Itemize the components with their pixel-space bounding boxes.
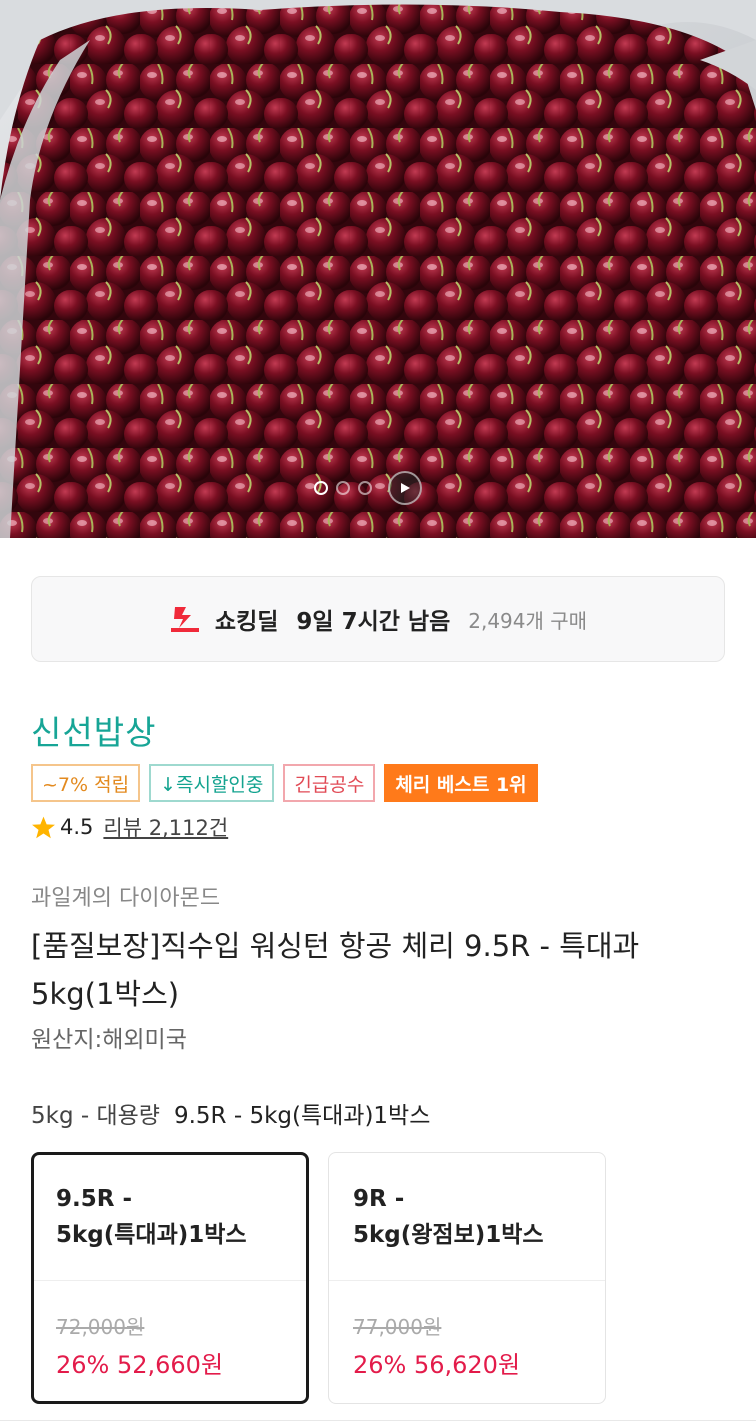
carousel-dot-3[interactable] bbox=[358, 481, 372, 495]
deal-label: 쇼킹딜 bbox=[214, 609, 279, 635]
option-card-9-5r[interactable]: 9.5R - 5kg(특대과)1박스 72,000원 26% 52,660원 bbox=[31, 1152, 309, 1404]
option-name-line2: 5kg(왕점보)1박스 bbox=[353, 1222, 544, 1248]
cherries-photo bbox=[0, 0, 756, 538]
rating-score: 4.5 bbox=[60, 815, 94, 839]
rating-row: 4.5 리뷰 2,112건 bbox=[31, 812, 228, 842]
carousel-dot-2[interactable] bbox=[336, 481, 350, 495]
badge-urgent-import: 긴급공수 bbox=[283, 764, 376, 802]
option-selected-label: 9.5R - 5kg(특대과)1박스 bbox=[173, 1103, 431, 1129]
product-slogan: 과일계의 다이아몬드 bbox=[31, 886, 221, 911]
badge-best-rank: 체리 베스트 1위 bbox=[384, 764, 538, 802]
product-title: [품질보장]직수입 워싱턴 항공 체리 9.5R - 특대과 5kg(1박스) bbox=[31, 922, 721, 1018]
badge-points: ~7% 적립 bbox=[31, 764, 141, 802]
badge-list: ~7% 적립 ↓즉시할인중 긴급공수 체리 베스트 1위 bbox=[31, 764, 538, 802]
badge-instant-discount: ↓즉시할인중 bbox=[149, 764, 275, 802]
carousel-indicator bbox=[314, 470, 422, 506]
option-group-label: 5kg - 대용량 bbox=[31, 1103, 160, 1129]
product-title-line2: 5kg(1박스) bbox=[31, 977, 180, 1011]
option-original-price: 72,000원 bbox=[56, 1315, 145, 1339]
option-divider bbox=[34, 1280, 306, 1281]
deal-purchase-count: 2,494개 구매 bbox=[468, 608, 588, 633]
play-icon bbox=[401, 483, 410, 493]
product-image-carousel[interactable] bbox=[0, 0, 756, 538]
option-original-price: 77,000원 bbox=[353, 1315, 442, 1339]
product-title-line1: [품질보장]직수입 워싱턴 항공 체리 9.5R - 특대과 bbox=[31, 929, 640, 963]
deal-time-remaining: 9일 7시간 남음 bbox=[296, 609, 451, 635]
carousel-dot-1[interactable] bbox=[314, 481, 328, 495]
option-name: 9R - 5kg(왕점보)1박스 bbox=[353, 1181, 593, 1253]
review-count-link[interactable]: 리뷰 2,112건 bbox=[103, 812, 228, 842]
option-sale-price: 26% 52,660원 bbox=[56, 1351, 224, 1379]
option-card-9r[interactable]: 9R - 5kg(왕점보)1박스 77,000원 26% 56,620원 bbox=[328, 1152, 606, 1404]
product-origin: 원산지:해외미국 bbox=[31, 1027, 187, 1053]
shocking-deal-banner[interactable]: 쇼킹딜 9일 7시간 남음 2,494개 구매 bbox=[31, 576, 725, 662]
option-header: 5kg - 대용량 9.5R - 5kg(특대과)1박스 bbox=[31, 1096, 430, 1130]
store-name-link[interactable]: 신선밥상 bbox=[31, 706, 156, 754]
bottom-divider bbox=[0, 1420, 756, 1421]
option-divider bbox=[329, 1280, 605, 1281]
option-name: 9.5R - 5kg(특대과)1박스 bbox=[56, 1181, 296, 1253]
option-name-line2: 5kg(특대과)1박스 bbox=[56, 1222, 247, 1248]
option-sale-price: 26% 56,620원 bbox=[353, 1351, 521, 1379]
star-icon bbox=[32, 816, 55, 838]
option-name-line1: 9R - bbox=[353, 1186, 405, 1212]
option-name-line1: 9.5R - bbox=[56, 1186, 133, 1212]
play-button[interactable] bbox=[388, 471, 422, 505]
bolt-icon bbox=[170, 607, 199, 632]
